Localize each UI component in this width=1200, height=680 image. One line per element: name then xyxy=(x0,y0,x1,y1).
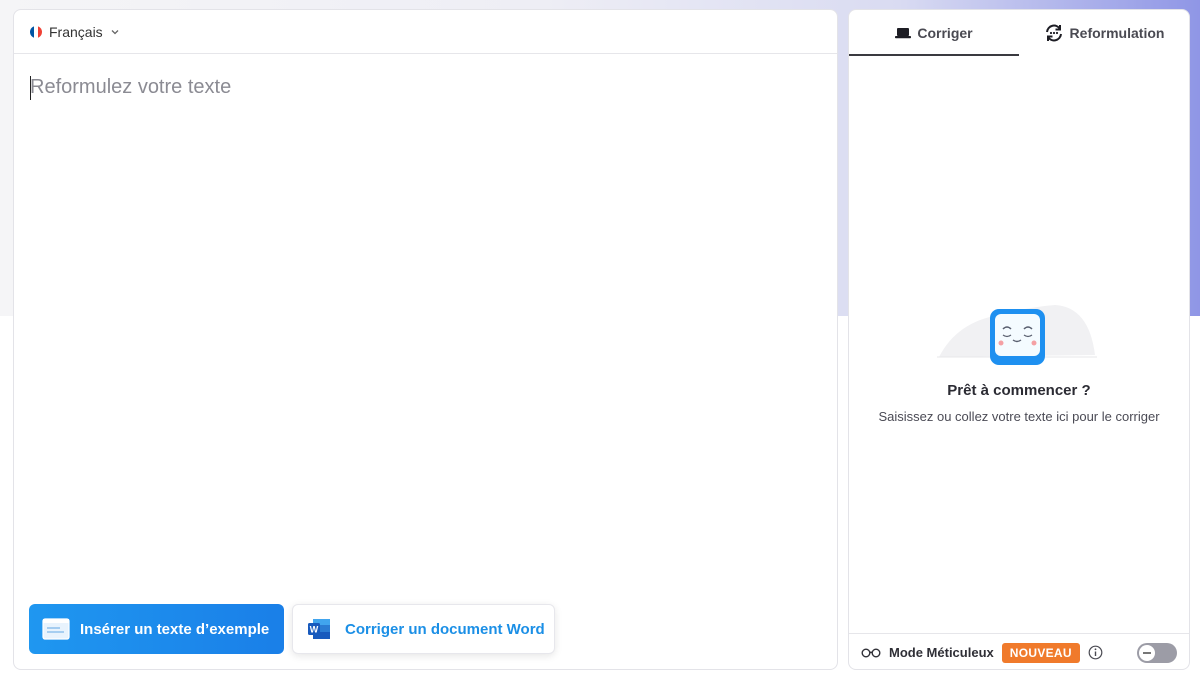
settings-footer: Mode Méticuleux NOUVEAU xyxy=(849,633,1189,669)
editor-actions: Insérer un texte d’exemple W Corriger un… xyxy=(29,604,555,654)
language-label: Français xyxy=(49,23,103,40)
insert-example-label: Insérer un texte d’exemple xyxy=(80,620,270,638)
empty-state-title: Prêt à commencer ? xyxy=(947,382,1091,399)
tab-corriger[interactable]: Corriger xyxy=(849,10,1019,56)
meticulous-mode-toggle[interactable] xyxy=(1137,643,1177,663)
text-cursor xyxy=(30,76,31,100)
toggle-knob xyxy=(1139,645,1155,661)
empty-state-subtitle: Saisissez ou collez votre texte ici pour… xyxy=(878,409,1160,424)
france-flag-icon xyxy=(30,25,42,38)
tab-bar: Corriger Reformulation xyxy=(849,10,1189,56)
new-badge: NOUVEAU xyxy=(1001,642,1080,663)
side-panel: Corriger Reformulation Prêt à commencer … xyxy=(848,9,1190,670)
chevron-down-icon xyxy=(111,29,119,34)
glasses-icon xyxy=(861,648,881,657)
meticulous-mode-label: Mode Méticuleux xyxy=(889,645,994,660)
svg-text:W: W xyxy=(310,625,319,635)
document-icon xyxy=(42,618,70,640)
editor-placeholder: Reformulez votre texte xyxy=(30,76,232,98)
correct-word-button[interactable]: W Corriger un document Word xyxy=(292,604,555,654)
tab-corriger-label: Corriger xyxy=(917,25,973,41)
mascot-illustration xyxy=(937,305,1097,365)
laptop-icon xyxy=(895,28,912,39)
language-selector[interactable]: Français xyxy=(30,24,120,40)
rephrase-icon xyxy=(1045,24,1062,42)
tab-reformulation[interactable]: Reformulation xyxy=(1019,10,1189,56)
correct-word-label: Corriger un document Word xyxy=(345,620,545,638)
text-editor[interactable]: Reformulez votre texte xyxy=(14,54,837,594)
insert-example-button[interactable]: Insérer un texte d’exemple xyxy=(29,604,284,654)
language-bar: Français xyxy=(14,10,837,54)
tab-reformulation-label: Reformulation xyxy=(1069,25,1165,41)
info-icon[interactable] xyxy=(1088,645,1103,660)
word-icon: W xyxy=(308,619,330,639)
editor-panel: Français Reformulez votre texte Insérer … xyxy=(13,9,838,670)
